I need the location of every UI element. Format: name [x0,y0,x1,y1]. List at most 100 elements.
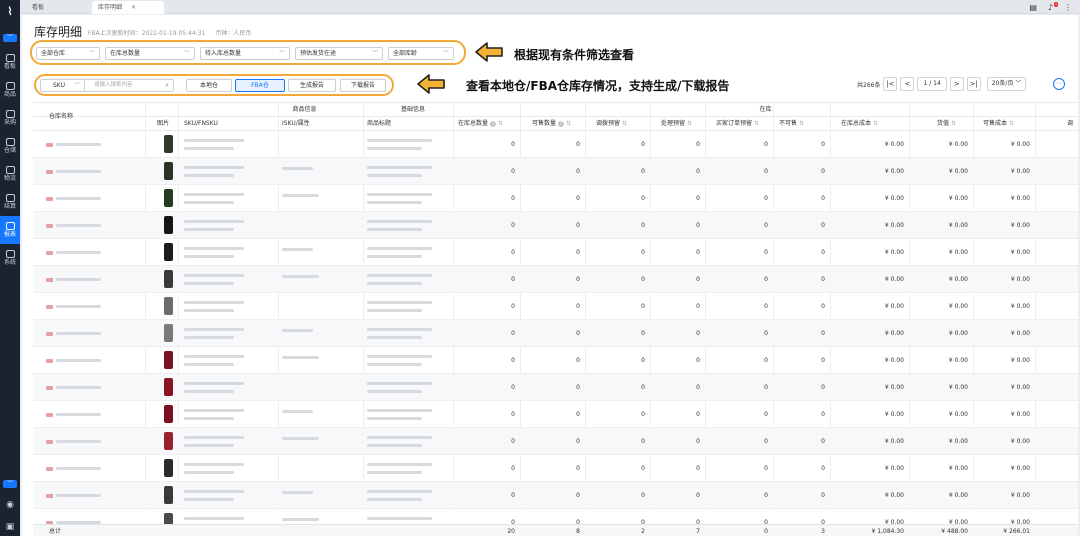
search-input[interactable]: 请输入搜索内容 ⌕ [84,79,174,92]
download-report-button[interactable]: 下载报告 [340,79,386,92]
col-sellable-cost[interactable]: 可售成本 ⇅ [983,117,1014,131]
table-row[interactable]: 0 0 0 0 0 0 ¥ 0.00 ¥ 0.00 ¥ 0.00 [33,239,1078,266]
sidebar-item-4[interactable]: 物流 [0,160,20,188]
cell-transfer: 0 [641,195,645,202]
local-warehouse-button[interactable]: 本地仓 [186,79,232,92]
product-thumbnail[interactable] [164,459,173,477]
help-icon[interactable]: ? [558,120,565,127]
help-icon[interactable]: ◉ [6,500,14,510]
warehouse-name-redacted [56,143,101,146]
table-row[interactable]: 0 0 0 0 0 0 ¥ 0.00 ¥ 0.00 ¥ 0.00 [33,455,1078,482]
more-icon[interactable]: ⋮ [1064,3,1072,12]
product-thumbnail[interactable] [164,189,173,207]
close-icon[interactable]: ✕ [131,4,136,11]
sort-icon[interactable]: ⇅ [873,120,878,127]
col-label: 调拨预留 [596,120,621,127]
expand-toggle[interactable]: ﹀ [3,480,17,488]
table-footer: 总计 20 8 2 7 0 3 ¥ 1,084.30 ¥ 488.00 ¥ 26… [33,524,1078,536]
table-row[interactable]: 0 0 0 0 0 0 ¥ 0.00 ¥ 0.00 ¥ 0.00 [33,212,1078,239]
sort-icon[interactable]: ⇅ [754,120,759,127]
stock-qty-select[interactable]: 在库总数量 ﹀ [105,47,195,60]
sidebar-item-2[interactable]: 采购 [0,104,20,132]
page-input[interactable]: 1 / 14 [917,77,947,91]
col-label: 处理预留 [661,120,686,127]
table-row[interactable]: 0 0 0 0 0 0 ¥ 0.00 ¥ 0.00 ¥ 0.00 [33,266,1078,293]
col-available[interactable]: 可售数量? ⇅ [532,117,571,131]
help-icon[interactable]: ? [490,120,497,127]
document-icon[interactable]: ▤ [1029,3,1037,12]
col-goods-value[interactable]: 货值 ⇅ [937,117,956,131]
tab-inventory-detail[interactable]: 库存明细 ✕ [92,1,164,14]
sidebar-item-0[interactable]: 看板 [0,48,20,76]
sort-icon[interactable]: ⇅ [566,120,571,127]
sort-icon[interactable]: ⇅ [622,120,627,127]
cell-processing: 0 [696,492,700,499]
product-thumbnail[interactable] [164,378,173,396]
inventory-table: 仓库名称 商品信息 基础信息 在库 图片 SKU/FNSKU ISKU/属性 商… [33,102,1078,536]
cell-sellable-cost: ¥ 0.00 [1010,303,1030,310]
sidebar-item-6[interactable]: 报表 [0,216,20,244]
generate-report-button[interactable]: 生成报告 [288,79,336,92]
cell-buyer-order: 0 [764,276,768,283]
table-row[interactable]: 0 0 0 0 0 0 ¥ 0.00 ¥ 0.00 ¥ 0.00 [33,401,1078,428]
product-thumbnail[interactable] [164,351,173,369]
sidebar-item-3[interactable]: 仓储 [0,132,20,160]
fnsku-redacted [184,228,234,231]
cell-total-qty: 0 [511,357,515,364]
sort-icon[interactable]: ⇅ [687,120,692,127]
sidebar-item-1[interactable]: 商品 [0,76,20,104]
product-thumbnail[interactable] [164,243,173,261]
table-row[interactable]: 0 0 0 0 0 0 ¥ 0.00 ¥ 0.00 ¥ 0.00 [33,158,1078,185]
product-thumbnail[interactable] [164,270,173,288]
last-page-button[interactable]: >| [966,77,981,91]
search-placeholder: 请输入搜索内容 [94,82,133,88]
table-row[interactable]: 0 0 0 0 0 0 ¥ 0.00 ¥ 0.00 ¥ 0.00 [33,347,1078,374]
next-page-button[interactable]: > [949,77,964,91]
table-row[interactable]: 0 0 0 0 0 0 ¥ 0.00 ¥ 0.00 ¥ 0.00 [33,293,1078,320]
stock-age-select[interactable]: 全部库龄 ﹀ [388,47,454,60]
sort-icon[interactable]: ⇅ [498,120,503,127]
product-thumbnail[interactable] [164,324,173,342]
chevron-down-icon: ﹀ [73,82,80,89]
col-total-cost[interactable]: 在库总成本 ⇅ [841,117,878,131]
prev-page-button[interactable]: < [900,77,915,91]
collapse-toggle[interactable]: ﹀ [3,34,17,42]
gift-icon[interactable]: ▣ [6,522,15,532]
sort-icon[interactable]: ⇅ [1009,120,1014,127]
table-row[interactable]: 0 0 0 0 0 0 ¥ 0.00 ¥ 0.00 ¥ 0.00 [33,428,1078,455]
search-icon[interactable]: ⌕ [165,80,169,91]
fba-warehouse-button[interactable]: FBA仓 [235,79,285,92]
col-processing[interactable]: 处理预留 ⇅ [661,117,692,131]
table-row[interactable]: 0 0 0 0 0 0 ¥ 0.00 ¥ 0.00 ¥ 0.00 [33,131,1078,158]
bell-icon[interactable]: ♪ • [1048,1,1059,12]
product-thumbnail[interactable] [164,162,173,180]
sort-icon[interactable]: ⇅ [951,120,956,127]
table-row[interactable]: 0 0 0 0 0 0 ¥ 0.00 ¥ 0.00 ¥ 0.00 [33,320,1078,347]
sidebar-item-5[interactable]: 结算 [0,188,20,216]
sort-icon[interactable]: ⇅ [799,120,804,127]
in-transit-select[interactable]: 预估发货在途 ﹀ [295,47,383,60]
col-buyer-order[interactable]: 买家订单预留 ⇅ [716,117,759,131]
product-thumbnail[interactable] [164,135,173,153]
col-total-qty[interactable]: 在库总数量? ⇅ [458,117,503,131]
product-thumbnail[interactable] [164,405,173,423]
inbound-qty-select[interactable]: 待入库总数量 ﹀ [200,47,290,60]
table-row[interactable]: 0 0 0 0 0 0 ¥ 0.00 ¥ 0.00 ¥ 0.00 [33,185,1078,212]
product-thumbnail[interactable] [164,297,173,315]
sku-redacted [184,490,244,493]
tab-dashboard[interactable]: 看板 [26,1,50,14]
warehouse-name-redacted [56,440,101,443]
warehouse-select[interactable]: 全部仓库 ﹀ [36,47,100,60]
product-thumbnail[interactable] [164,486,173,504]
table-row[interactable]: 0 0 0 0 0 0 ¥ 0.00 ¥ 0.00 ¥ 0.00 [33,482,1078,509]
search-type-select[interactable]: SKU ﹀ [40,79,84,92]
col-unsellable[interactable]: 不可售 ⇅ [779,117,804,131]
product-thumbnail[interactable] [164,216,173,234]
product-thumbnail[interactable] [164,432,173,450]
sidebar-item-7[interactable]: 系统 [0,244,20,272]
table-row[interactable]: 0 0 0 0 0 0 ¥ 0.00 ¥ 0.00 ¥ 0.00 [33,374,1078,401]
page-size-select[interactable]: 20条/页 ﹀ [986,77,1027,91]
col-transfer[interactable]: 调拨预留 ⇅ [596,117,627,131]
column-settings-icon[interactable]: ⋯ [1053,78,1065,90]
first-page-button[interactable]: |< [883,77,898,91]
